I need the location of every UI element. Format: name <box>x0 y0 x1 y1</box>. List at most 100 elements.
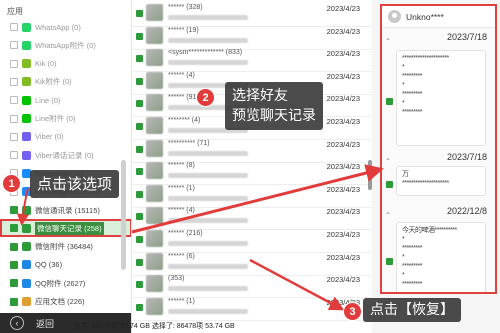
callout-1-text: 点击该选项 <box>30 170 120 198</box>
message-line: ********* <box>402 281 423 288</box>
checkbox[interactable] <box>136 168 143 176</box>
sidebar-item[interactable]: Viber (0) <box>0 128 131 146</box>
chevron-down-icon[interactable]: ⌄ <box>385 154 391 162</box>
sidebar-item[interactable]: QQ附件 (2627) <box>0 274 131 292</box>
chat-preview-blur <box>168 15 248 20</box>
checkbox[interactable] <box>10 297 18 306</box>
message-line: ********* <box>402 245 423 252</box>
chat-preview-blur <box>168 241 248 246</box>
avatar <box>146 71 163 89</box>
message-line: * <box>402 236 405 243</box>
message-line: 万 <box>402 171 409 178</box>
sidebar-item[interactable]: Kik (0) <box>0 55 131 73</box>
sidebar-item[interactable]: Viber通话记录 (0) <box>0 146 131 164</box>
message-line: ********* <box>402 109 423 116</box>
sidebar-item[interactable]: Kik附件 (0) <box>0 73 131 91</box>
back-label: 返回 <box>36 318 55 329</box>
chat-date: 2023/4/23 <box>326 252 360 262</box>
checkbox[interactable] <box>10 41 18 50</box>
chat-row[interactable]: ****** (1) 2023/4/23 <box>132 294 372 321</box>
sidebar-item-label: Line附件 (0) <box>35 114 76 123</box>
callout-2-number: 2 <box>196 88 215 107</box>
checkbox[interactable] <box>136 32 143 40</box>
checkbox[interactable] <box>136 303 143 311</box>
checkbox[interactable] <box>136 10 143 17</box>
checkbox[interactable] <box>10 59 18 68</box>
sidebar-item[interactable]: 应用文档 (226) <box>0 293 131 311</box>
checkbox[interactable] <box>136 55 143 63</box>
chat-name: ****** (4) <box>168 207 195 215</box>
checkbox[interactable] <box>10 96 18 105</box>
sidebar-item[interactable]: Line附件 (0) <box>0 110 131 128</box>
sidebar-header: 应用 <box>7 7 23 16</box>
checkbox[interactable] <box>136 236 143 243</box>
checkbox[interactable] <box>10 77 18 86</box>
checkbox[interactable] <box>10 279 18 288</box>
checkbox[interactable] <box>136 77 143 85</box>
checkbox[interactable] <box>10 151 18 160</box>
app-icon <box>22 114 31 123</box>
callout-2-text: 选择好友 预览聊天记录 <box>225 82 323 130</box>
avatar <box>146 139 163 157</box>
recover-button[interactable]: 点击【恢复】 <box>363 298 461 322</box>
chat-date: 2023/4/23 <box>326 71 360 81</box>
chat-list: ****** (328) 2023/4/23 ****** (19) 2023/4/2… <box>132 0 372 333</box>
app-icon <box>22 132 31 142</box>
message-date: 2023/7/18 <box>446 152 487 162</box>
message-line: ********************* <box>402 180 449 187</box>
avatar <box>146 297 163 315</box>
chat-name: ****** (19) <box>168 26 199 34</box>
sidebar-item[interactable]: 微信附件 (36484) <box>0 238 131 256</box>
chat-preview-blur <box>168 218 248 224</box>
checkbox[interactable] <box>10 114 18 123</box>
callout-1-number: 1 <box>2 174 21 193</box>
checkbox[interactable] <box>136 258 143 266</box>
avatar <box>146 207 163 225</box>
checkbox[interactable] <box>10 23 18 31</box>
message-line: ********* <box>402 73 423 80</box>
chat-preview-blur <box>168 263 248 269</box>
sidebar-item[interactable]: WhatsApp (0) <box>0 18 131 36</box>
app-icon <box>22 59 31 69</box>
sidebar-item-label: Viber通话记录 (0) <box>35 150 94 160</box>
sidebar-item[interactable]: 微信聊天记录 (258) <box>0 219 131 238</box>
chat-preview-blur <box>168 60 248 66</box>
checkbox[interactable] <box>136 145 143 153</box>
checkbox[interactable] <box>136 213 143 221</box>
checkbox[interactable] <box>10 260 18 269</box>
sidebar-item-label: 微信聊天记录 (258) <box>35 221 104 235</box>
chat-name: ****** (8) <box>168 162 195 170</box>
app-icon <box>22 77 31 87</box>
checkbox[interactable] <box>136 281 143 289</box>
chevron-down-icon[interactable]: ⌄ <box>385 34 391 42</box>
checkbox[interactable] <box>386 98 393 105</box>
checkbox[interactable] <box>386 258 393 265</box>
checkbox[interactable] <box>136 123 143 130</box>
message-date: 2022/12/8 <box>446 206 487 216</box>
sidebar-item[interactable]: WhatsApp附件 (0) <box>0 36 131 54</box>
sidebar-item[interactable]: QQ (36) <box>0 256 131 274</box>
checkbox[interactable] <box>10 132 18 141</box>
chat-preview-blur <box>168 150 248 156</box>
chat-name: <sysm************* (833) <box>168 49 243 57</box>
sidebar-scrollbar[interactable] <box>121 160 126 270</box>
sidebar-item[interactable]: 微信通讯录 (15115) <box>0 201 131 219</box>
chevron-down-icon[interactable]: ⌄ <box>385 208 391 216</box>
checkbox[interactable] <box>136 100 143 108</box>
checkbox[interactable] <box>10 242 18 251</box>
chat-preview-blur <box>168 37 248 43</box>
chat-date: 2023/4/23 <box>326 275 360 285</box>
avatar <box>146 49 163 67</box>
app-icon <box>22 223 31 233</box>
message-line: * <box>402 272 405 279</box>
sidebar-item[interactable]: Line (0) <box>0 91 131 109</box>
chat-preview-blur <box>168 173 248 179</box>
app-icon <box>22 95 31 105</box>
chat-name: ******** (4) <box>168 117 201 124</box>
message-line: * <box>402 254 405 261</box>
checkbox[interactable] <box>10 224 18 233</box>
sidebar-item-label: QQ附件 (2627) <box>35 278 86 288</box>
checkbox[interactable] <box>136 190 143 198</box>
checkbox[interactable] <box>10 206 18 214</box>
checkbox[interactable] <box>386 181 393 188</box>
